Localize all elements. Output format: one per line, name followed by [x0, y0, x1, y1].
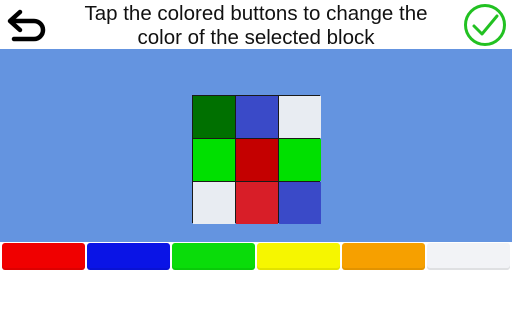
- color-grid: [192, 95, 321, 224]
- instruction-line-2: color of the selected block: [137, 26, 375, 49]
- color-button-green[interactable]: [172, 243, 255, 270]
- checkmark-circle-icon: [464, 4, 506, 46]
- color-button-blue[interactable]: [87, 243, 170, 270]
- bottom-area: [0, 271, 512, 320]
- confirm-button[interactable]: [463, 3, 507, 47]
- grid-cell[interactable]: [193, 96, 235, 138]
- grid-cell[interactable]: [236, 182, 278, 224]
- grid-cell[interactable]: [279, 182, 321, 224]
- color-button-white[interactable]: [427, 243, 510, 270]
- color-button-red[interactable]: [2, 243, 85, 270]
- color-palette: [0, 242, 512, 271]
- back-button[interactable]: [4, 6, 50, 46]
- grid-cell[interactable]: [193, 182, 235, 224]
- grid-cell[interactable]: [236, 139, 278, 181]
- grid-cell[interactable]: [236, 96, 278, 138]
- grid-cell[interactable]: [193, 139, 235, 181]
- grid-cell[interactable]: [279, 96, 321, 138]
- instruction-text: Tap the colored buttons to change the co…: [58, 2, 454, 50]
- color-button-yellow[interactable]: [257, 243, 340, 270]
- instruction-line-1: Tap the colored buttons to change the: [84, 2, 428, 25]
- color-button-orange[interactable]: [342, 243, 425, 270]
- top-bar: Tap the colored buttons to change the co…: [0, 0, 512, 49]
- grid-cell[interactable]: [279, 139, 321, 181]
- back-arrow-icon: [7, 9, 46, 42]
